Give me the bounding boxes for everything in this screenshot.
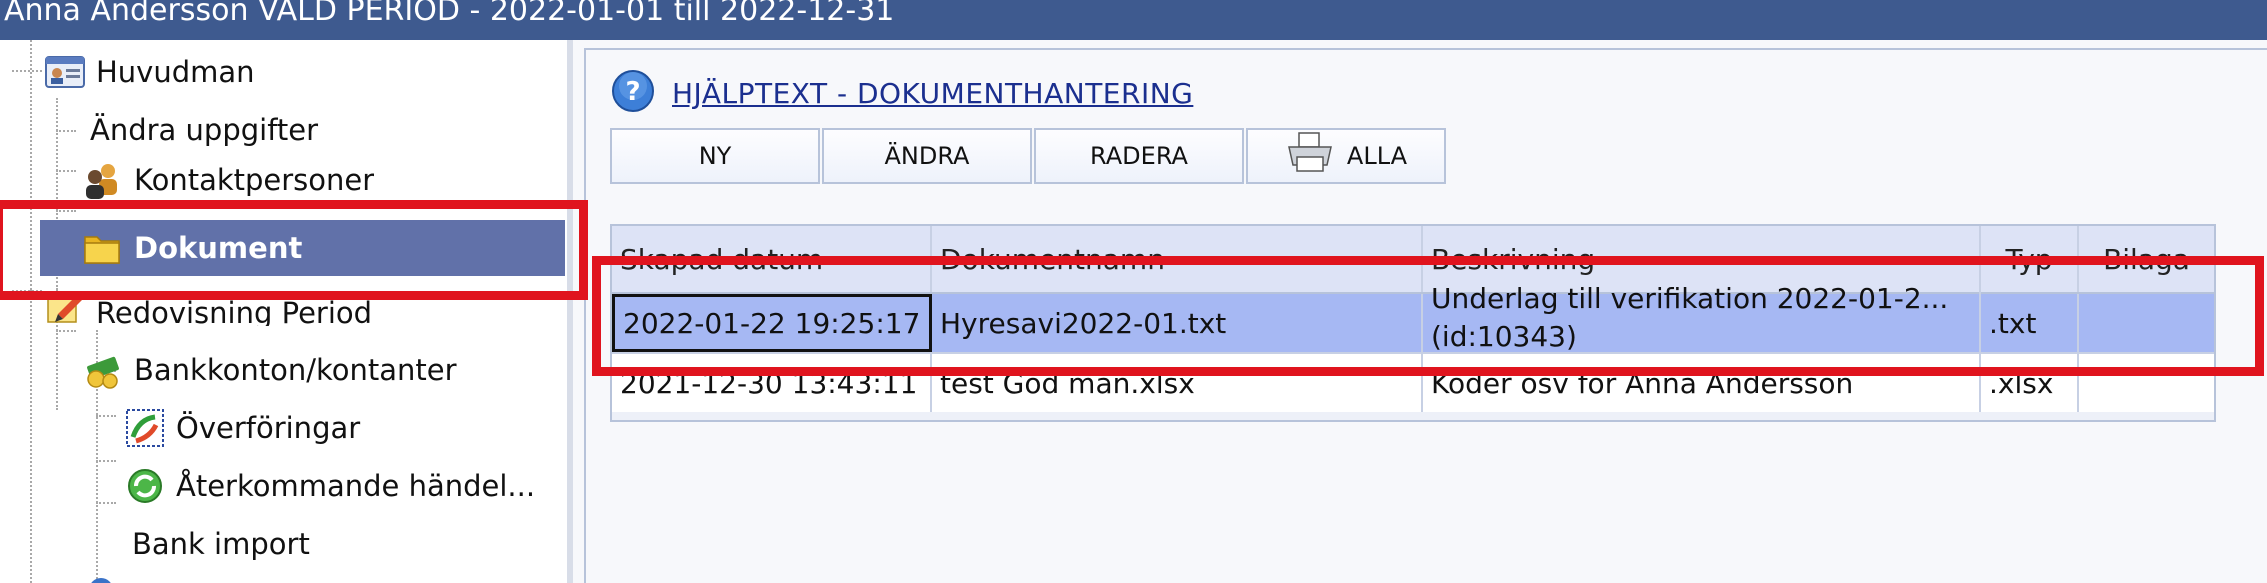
edit-button[interactable]: ÄNDRA xyxy=(822,128,1032,184)
tree-item-label: Bankkonton/kontanter xyxy=(134,353,457,387)
annotation-box-dokument xyxy=(0,200,588,300)
svg-text:?: ? xyxy=(625,77,640,107)
window-title: Anna Andersson VALD PERIOD - 2022-01-01 … xyxy=(4,0,895,28)
edit-button-label: ÄNDRA xyxy=(884,142,970,170)
help-link[interactable]: HJÄLPTEXT - DOKUMENTHANTERING xyxy=(672,77,1193,110)
money-icon xyxy=(82,349,124,391)
contacts-icon xyxy=(82,160,124,200)
tree-item-andra-uppgifter[interactable]: Ändra uppgifter xyxy=(90,102,318,158)
navigation-tree: Huvudman Ändra uppgifter Kontaktpersoner… xyxy=(0,40,573,583)
delete-button[interactable]: RADERA xyxy=(1034,128,1244,184)
print-all-button[interactable]: ALLA xyxy=(1246,128,1446,184)
tree-item-kontaktpersoner[interactable]: Kontaktpersoner xyxy=(82,160,374,200)
help-row: ? HJÄLPTEXT - DOKUMENTHANTERING xyxy=(610,68,1193,118)
new-button-label: NY xyxy=(698,142,732,170)
new-button[interactable]: NY xyxy=(610,128,820,184)
delete-button-label: RADERA xyxy=(1090,142,1188,170)
tree-item-label: Överföringar xyxy=(176,411,361,445)
printer-icon xyxy=(1285,131,1335,181)
print-all-button-label: ALLA xyxy=(1346,142,1408,170)
tree-item-aterkommande[interactable]: Återkommande händel... xyxy=(124,458,535,514)
annotation-box-selected-row xyxy=(592,256,2264,376)
recurring-icon xyxy=(124,465,166,507)
help-icon[interactable]: ? xyxy=(610,68,656,118)
tree-item-overforingar[interactable]: Överföringar xyxy=(124,400,360,456)
tree-item-label: Bank import xyxy=(132,527,310,561)
tree-item-label: Återkommande händel... xyxy=(176,469,536,503)
tree-item-bankkonton[interactable]: Bankkonton/kontanter xyxy=(82,342,457,398)
tree-item-label: Redovisning Period xyxy=(96,296,373,327)
tree-item-label: Huvudman xyxy=(96,55,255,89)
tree-item-label: Ändra uppgifter xyxy=(90,113,319,147)
tree-item-bank-import[interactable]: Bank import xyxy=(132,516,310,572)
partial-tree-icon xyxy=(86,572,116,583)
id-card-icon xyxy=(44,51,86,93)
title-bar: Anna Andersson VALD PERIOD - 2022-01-01 … xyxy=(0,0,2267,40)
tree-item-label: Kontaktpersoner xyxy=(134,163,375,197)
tree-item-huvudman[interactable]: Huvudman xyxy=(44,44,255,100)
transfer-icon xyxy=(124,407,166,449)
